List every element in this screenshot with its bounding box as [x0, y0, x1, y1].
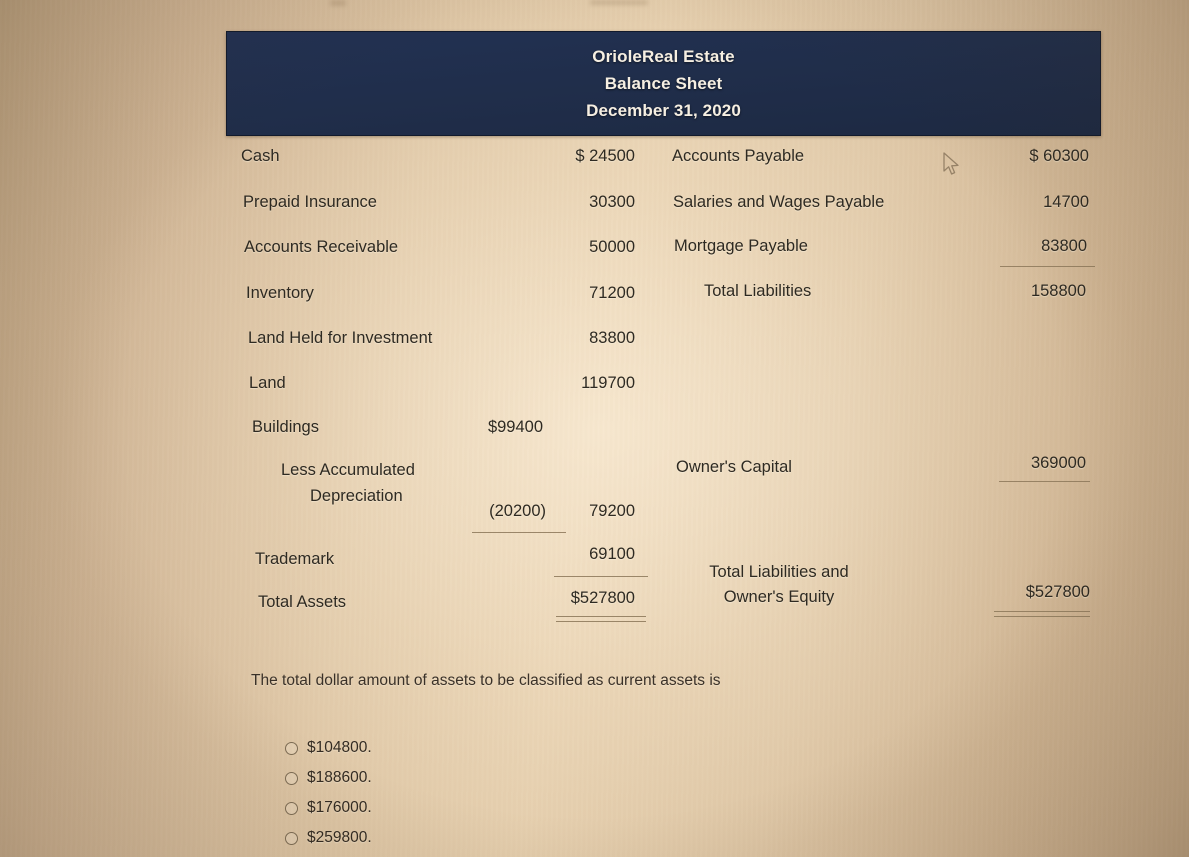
top-edge-smudge	[330, 0, 346, 6]
statement-title: Balance Sheet	[604, 74, 723, 93]
total-liabilities-rule	[1000, 266, 1095, 267]
asset-amount: 69100	[589, 545, 635, 563]
balance-sheet-page: OrioleReal Estate Balance Sheet December…	[0, 0, 1189, 857]
radio-button-icon[interactable]	[285, 741, 298, 755]
liability-label: Mortgage Payable	[674, 237, 808, 255]
answer-option-1[interactable]: $188600.	[285, 769, 372, 787]
statement-header-banner: OrioleReal Estate Balance Sheet December…	[226, 31, 1101, 136]
question-prompt: The total dollar amount of assets to be …	[251, 672, 721, 689]
answer-option-0[interactable]: $104800.	[285, 739, 372, 757]
total-assets-rule	[554, 576, 648, 577]
total-liabilities-equity-label-line1: Total Liabilities and	[709, 563, 849, 581]
asset-gross-amount: $99400	[487, 418, 543, 436]
accumulated-depreciation-label-line2: Depreciation	[310, 487, 403, 505]
total-liabilities-equity-label-line2: Owner's Equity	[723, 588, 835, 606]
asset-amount: $ 24500	[575, 147, 635, 165]
asset-label: Trademark	[255, 550, 335, 568]
total-liabilities-amount: 158800	[1030, 282, 1086, 300]
asset-amount: 50000	[589, 238, 635, 256]
liability-label: Salaries and Wages Payable	[673, 193, 885, 211]
answer-option-label: $176000.	[307, 799, 372, 816]
statement-date: December 31, 2020	[586, 101, 741, 120]
asset-amount: 119700	[581, 374, 635, 392]
owners-capital-amount: 369000	[1030, 454, 1086, 472]
answer-option-2[interactable]: $176000.	[285, 799, 372, 817]
owners-capital-rule	[999, 481, 1090, 482]
liability-amount: 83800	[1041, 237, 1087, 255]
answer-option-label: $104800.	[307, 739, 372, 756]
total-assets-label: Total Assets	[258, 593, 347, 611]
asset-label: Inventory	[246, 284, 314, 302]
company-name: OrioleReal Estate	[592, 47, 735, 66]
answer-option-label: $188600.	[307, 769, 372, 786]
total-liabilities-label: Total Liabilities	[704, 282, 812, 300]
buildings-net-amount: 79200	[589, 502, 635, 520]
top-edge-smudge	[590, 0, 648, 5]
answer-option-3[interactable]: $259800.	[285, 829, 372, 847]
radio-button-icon[interactable]	[285, 801, 298, 815]
asset-label: Land Held for Investment	[248, 329, 433, 347]
owners-capital-label: Owner's Capital	[676, 458, 792, 476]
total-assets-double-rule	[556, 616, 646, 622]
radio-button-icon[interactable]	[285, 771, 298, 785]
asset-label: Land	[249, 374, 286, 392]
radio-button-icon[interactable]	[285, 831, 298, 845]
asset-label: Buildings	[252, 418, 319, 436]
asset-label: Accounts Receivable	[244, 238, 399, 256]
accumulated-depreciation-label-line1: Less Accumulated	[281, 461, 415, 479]
answer-option-label: $259800.	[307, 829, 372, 846]
liability-label: Accounts Payable	[672, 147, 805, 165]
liability-amount: 14700	[1043, 193, 1089, 211]
asset-amount: 30300	[589, 193, 635, 211]
asset-label: Cash	[241, 147, 280, 165]
asset-label: Prepaid Insurance	[243, 193, 377, 211]
asset-amount: 71200	[589, 284, 635, 302]
total-assets-amount: $527800	[570, 589, 635, 607]
asset-amount: 83800	[589, 329, 635, 347]
total-liabilities-equity-amount: $527800	[1025, 583, 1090, 601]
depreciation-subtotal-rule	[472, 532, 566, 533]
liability-amount: $ 60300	[1029, 147, 1089, 165]
total-liabilities-equity-double-rule	[994, 611, 1090, 617]
